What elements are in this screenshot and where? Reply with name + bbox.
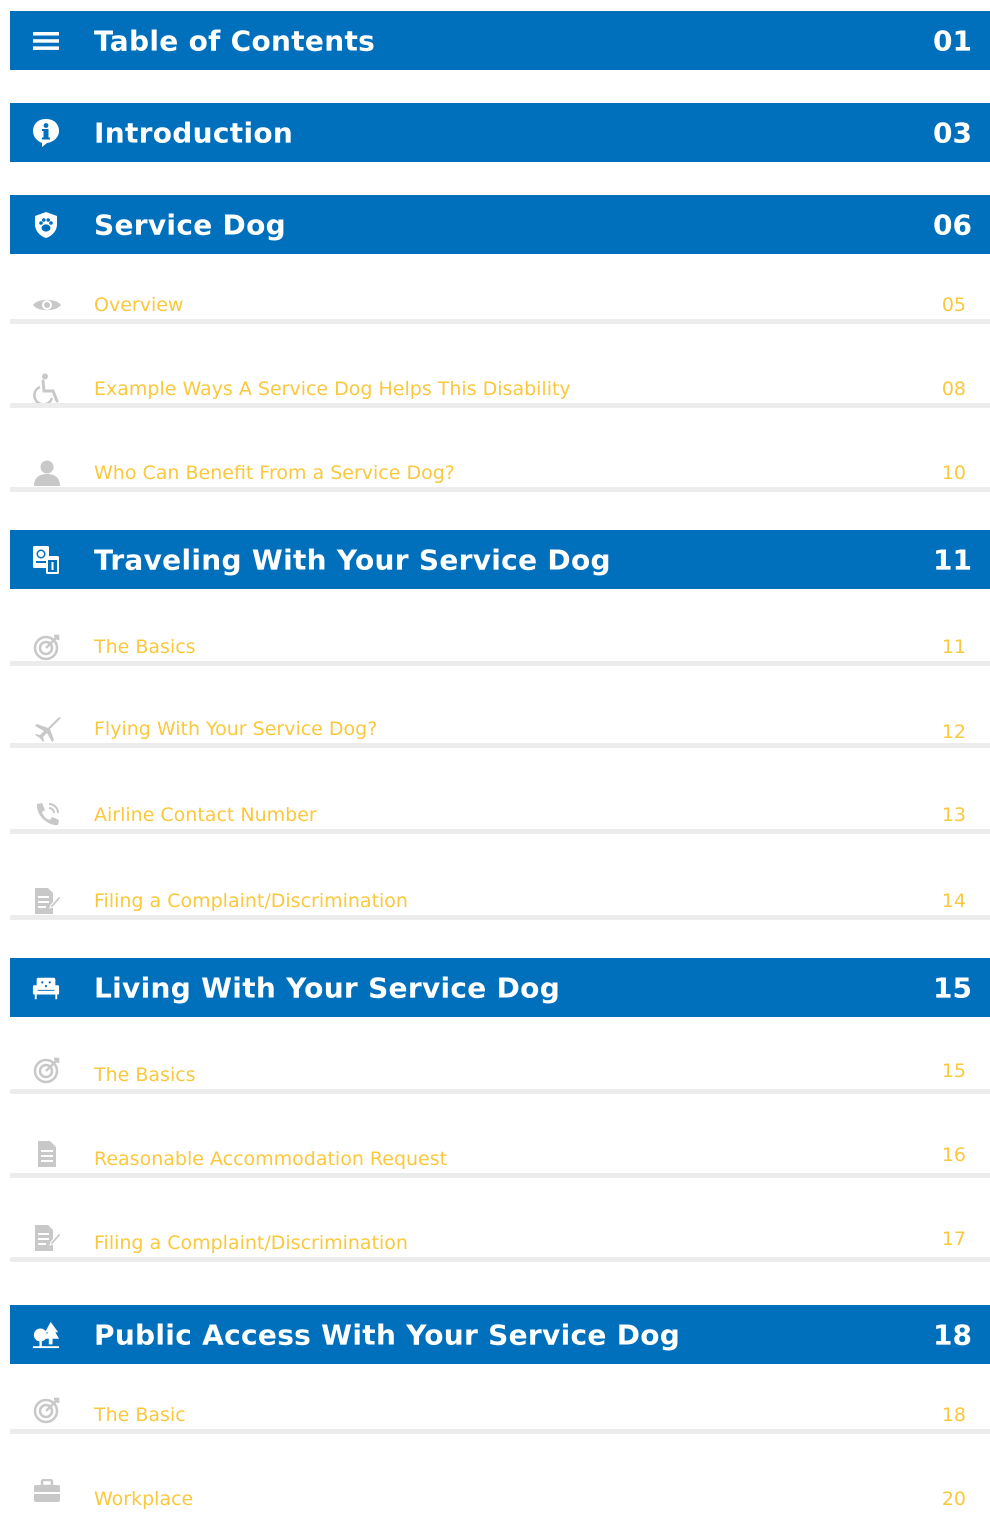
airplane-icon (32, 714, 62, 744)
section-title: Service Dog (94, 208, 286, 241)
toc-item-public-basic[interactable]: The Basic 18 (10, 1397, 990, 1434)
toc-item-page: 20 (941, 1488, 966, 1510)
toc-item-example-ways[interactable]: Example Ways A Service Dog Helps This Di… (10, 373, 990, 408)
divider (10, 403, 990, 408)
divider (10, 915, 990, 920)
divider (10, 1257, 990, 1262)
toc-item-title: Workplace (94, 1488, 194, 1510)
section-title: Public Access With Your Service Dog (94, 1318, 681, 1351)
toc-item-title: Example Ways A Service Dog Helps This Di… (94, 378, 571, 400)
divider (10, 487, 990, 492)
user-icon (32, 458, 62, 488)
toc-item-page: 17 (941, 1228, 966, 1250)
target-icon (32, 1055, 62, 1085)
section-header-living[interactable]: Living With Your Service Dog 15 (10, 958, 990, 1017)
section-page-number: 01 (933, 24, 972, 57)
section-page-number: 03 (933, 116, 972, 149)
edit-document-icon (32, 1223, 62, 1253)
section-title: Table of Contents (94, 24, 376, 57)
toc-item-title: Filing a Complaint/Discrimination (94, 890, 408, 912)
section-title: Living With Your Service Dog (94, 971, 561, 1004)
target-icon (32, 632, 62, 662)
section-title: Traveling With Your Service Dog (94, 543, 611, 576)
toc-item-living-complaint[interactable]: Filing a Complaint/Discrimination 17 (10, 1225, 990, 1262)
toc-item-traveling-complaint[interactable]: Filing a Complaint/Discrimination 14 (10, 886, 990, 920)
section-page-number: 18 (933, 1318, 972, 1351)
edit-document-icon (32, 886, 62, 916)
toc-item-title: Reasonable Accommodation Request (94, 1148, 448, 1170)
toc-item-page: 15 (941, 1060, 966, 1082)
section-title: Introduction (94, 116, 294, 149)
toc-item-title: Airline Contact Number (94, 804, 317, 826)
toc-item-title: The Basic (94, 1404, 186, 1426)
section-page-number: 11 (933, 543, 972, 576)
divider (10, 319, 990, 324)
toc-item-page: 11 (941, 636, 966, 658)
toc-item-page: 18 (941, 1404, 966, 1426)
menu-icon (32, 27, 60, 55)
toc-item-title: The Basics (94, 636, 196, 658)
paw-shield-icon (32, 211, 60, 239)
section-header-table-of-contents[interactable]: Table of Contents 01 (10, 11, 990, 70)
toc-item-airline-contact[interactable]: Airline Contact Number 13 (10, 800, 990, 834)
divider (10, 1089, 990, 1094)
toc-item-flying[interactable]: Flying With Your Service Dog? 12 (10, 714, 990, 748)
trees-icon (32, 1321, 60, 1349)
toc-item-page: 12 (941, 721, 966, 743)
divider (10, 1173, 990, 1178)
armchair-icon (32, 974, 60, 1002)
section-header-introduction[interactable]: Introduction 03 (10, 103, 990, 162)
toc-item-title: Overview (94, 294, 184, 316)
section-page-number: 15 (933, 971, 972, 1004)
toc-item-title: Who Can Benefit From a Service Dog? (94, 462, 455, 484)
info-icon (32, 118, 60, 147)
divider (10, 661, 990, 666)
section-header-service-dog[interactable]: Service Dog 06 (10, 195, 990, 254)
section-header-public-access[interactable]: Public Access With Your Service Dog 18 (10, 1305, 990, 1364)
wheelchair-icon (32, 373, 62, 405)
toc-item-title: The Basics (94, 1064, 196, 1086)
toc-item-overview[interactable]: Overview 05 (10, 290, 990, 324)
toc-item-who-can-benefit[interactable]: Who Can Benefit From a Service Dog? 10 (10, 458, 990, 492)
divider (10, 743, 990, 748)
passport-icon (32, 545, 60, 574)
toc-item-page: 08 (941, 378, 966, 400)
toc-item-page: 05 (941, 294, 966, 316)
toc-item-reasonable-accommodation[interactable]: Reasonable Accommodation Request 16 (10, 1141, 990, 1178)
divider (10, 1429, 990, 1434)
target-icon (32, 1395, 62, 1425)
toc-item-title: Flying With Your Service Dog? (94, 718, 378, 740)
toc-item-traveling-basics[interactable]: The Basics 11 (10, 632, 990, 666)
toc-item-page: 16 (941, 1144, 966, 1166)
document-icon (32, 1139, 62, 1169)
toc-item-title: Filing a Complaint/Discrimination (94, 1232, 408, 1254)
toc-item-page: 14 (941, 890, 966, 912)
phone-icon (32, 800, 62, 830)
divider (10, 829, 990, 834)
toc-item-workplace[interactable]: Workplace 20 (10, 1479, 990, 1518)
briefcase-icon (32, 1476, 62, 1506)
toc-item-page: 13 (941, 804, 966, 826)
toc-item-living-basics[interactable]: The Basics 15 (10, 1057, 990, 1094)
toc-item-page: 10 (941, 462, 966, 484)
section-header-traveling[interactable]: Traveling With Your Service Dog 11 (10, 530, 990, 589)
eye-icon (32, 290, 62, 320)
section-page-number: 06 (933, 208, 972, 241)
